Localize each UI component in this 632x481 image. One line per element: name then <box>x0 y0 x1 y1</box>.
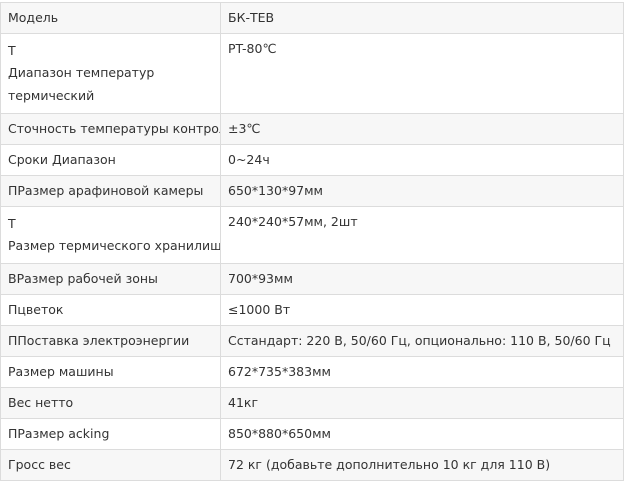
spec-value: 850*880*650мм <box>220 418 624 450</box>
spec-label-text: Сточность температуры контроля <box>8 120 221 136</box>
table-row: Пцветок ≤1000 Вт <box>0 294 624 326</box>
spec-value: PT-80℃ <box>220 33 624 114</box>
spec-value: ≤1000 Вт <box>220 294 624 326</box>
table-row: ПРазмер acking 850*880*650мм <box>0 418 624 450</box>
spec-label: T Размер термического хранилища <box>0 206 221 264</box>
spec-label-text: ВРазмер рабочей зоны <box>8 270 158 286</box>
table-row: Сточность температуры контроля ±3℃ <box>0 113 624 145</box>
table-row: T Размер термического хранилища 240*240*… <box>0 206 624 264</box>
spec-label: Сроки Диапазон <box>0 144 221 176</box>
spec-label-line: Диапазон температур <box>8 65 155 81</box>
table-row: ПРазмер арафиновой камеры 650*130*97мм <box>0 175 624 207</box>
spec-label-text: ППоставка электроэнергии <box>8 332 190 348</box>
table-row: ППоставка электроэнергии Сстандарт: 220 … <box>0 325 624 357</box>
spec-label: ППоставка электроэнергии <box>0 325 221 357</box>
spec-label: ПРазмер арафиновой камеры <box>0 175 221 207</box>
spec-label-text: Пцветок <box>8 301 64 317</box>
spec-label-text: Сроки Диапазон <box>8 151 116 167</box>
spec-label-text: ПРазмер acking <box>8 425 110 441</box>
spec-label-text: Гросс вес <box>8 456 71 472</box>
table-row: ВРазмер рабочей зоны 700*93мм <box>0 263 624 295</box>
spec-value: 41кг <box>220 387 624 419</box>
spec-label-text: Размер машины <box>8 363 114 379</box>
spec-label-line: Размер термического хранилища <box>8 238 221 253</box>
table-row: Сроки Диапазон 0~24ч <box>0 144 624 176</box>
spec-value: 700*93мм <box>220 263 624 295</box>
spec-label: Размер машины <box>0 356 221 388</box>
specifications-table: Модель БК-TEB T Диапазон температур терм… <box>0 2 624 481</box>
spec-label-line: T <box>8 215 16 231</box>
table-row: Размер машины 672*735*383мм <box>0 356 624 388</box>
spec-value: ±3℃ <box>220 113 624 145</box>
table-row: Вес нетто 41кг <box>0 387 624 419</box>
spec-label: T Диапазон температур термический <box>0 33 221 114</box>
spec-label: Гросс вес <box>0 449 221 481</box>
table-row: Модель БК-TEB <box>0 2 624 34</box>
spec-label: Пцветок <box>0 294 221 326</box>
spec-value: 0~24ч <box>220 144 624 176</box>
spec-value: Сстандарт: 220 В, 50/60 Гц, опционально:… <box>220 325 624 357</box>
spec-label-text: ПРазмер арафиновой камеры <box>8 182 204 198</box>
table-row: T Диапазон температур термический PT-80℃ <box>0 33 624 114</box>
spec-label-text: Модель <box>8 9 59 25</box>
spec-value: 650*130*97мм <box>220 175 624 207</box>
spec-label: ПРазмер acking <box>0 418 221 450</box>
spec-label: ВРазмер рабочей зоны <box>0 263 221 295</box>
spec-label: Сточность температуры контроля <box>0 113 221 145</box>
spec-value: 240*240*57мм, 2шт <box>220 206 624 264</box>
spec-value: 672*735*383мм <box>220 356 624 388</box>
spec-label: Вес нетто <box>0 387 221 419</box>
spec-value: 72 кг (добавьте дополнительно 10 кг для … <box>220 449 624 481</box>
spec-label-text: Вес нетто <box>8 394 74 410</box>
spec-label: Модель <box>0 2 221 34</box>
spec-label-line: T <box>8 42 16 58</box>
table-row: Гросс вес 72 кг (добавьте дополнительно … <box>0 449 624 481</box>
spec-value: БК-TEB <box>220 2 624 34</box>
spec-label-line: термический <box>8 87 95 103</box>
